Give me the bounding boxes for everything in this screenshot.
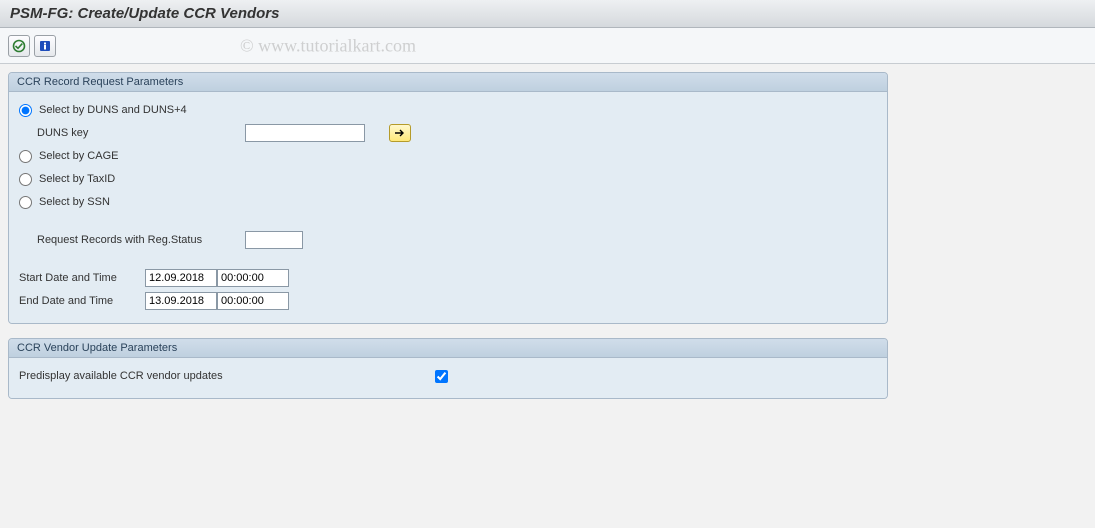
start-date-input[interactable] [145,269,217,287]
toolbar: © www.tutorialkart.com [0,28,1095,64]
ccr-record-request-parameters-group: CCR Record Request Parameters Select by … [8,72,888,324]
radio-select-by-ssn[interactable]: Select by SSN [19,196,110,209]
title-bar: PSM-FG: Create/Update CCR Vendors [0,0,1095,28]
arrow-right-icon [394,128,406,138]
execute-button[interactable] [8,35,30,57]
regstatus-label: Request Records with Reg.Status [19,234,239,246]
start-time-input[interactable] [217,269,289,287]
execute-icon [12,39,26,53]
watermark: © www.tutorialkart.com [240,35,416,56]
duns-key-label: DUNS key [19,127,239,139]
group2-title: CCR Vendor Update Parameters [9,339,887,358]
radio-select-by-taxid-input[interactable] [19,173,32,186]
multiple-selection-button[interactable] [389,124,411,142]
radio-select-by-cage[interactable]: Select by CAGE [19,150,118,163]
info-button[interactable] [34,35,56,57]
radio-select-by-cage-label: Select by CAGE [39,150,118,162]
radio-select-by-duns[interactable]: Select by DUNS and DUNS+4 [19,104,187,117]
page-title: PSM-FG: Create/Update CCR Vendors [10,5,279,22]
radio-select-by-ssn-input[interactable] [19,196,32,209]
end-date-time-label: End Date and Time [19,295,139,307]
regstatus-input[interactable] [245,231,303,249]
end-time-input[interactable] [217,292,289,310]
predisplay-checkbox[interactable] [435,370,448,383]
ccr-vendor-update-parameters-group: CCR Vendor Update Parameters Predisplay … [8,338,888,399]
radio-select-by-taxid-label: Select by TaxID [39,173,115,185]
predisplay-label: Predisplay available CCR vendor updates [19,370,429,382]
radio-select-by-ssn-label: Select by SSN [39,196,110,208]
duns-key-input[interactable] [245,124,365,142]
group1-title: CCR Record Request Parameters [9,73,887,92]
radio-select-by-duns-label: Select by DUNS and DUNS+4 [39,104,187,116]
content-area: CCR Record Request Parameters Select by … [0,64,1095,528]
radio-select-by-duns-input[interactable] [19,104,32,117]
end-date-input[interactable] [145,292,217,310]
info-icon [38,39,52,53]
radio-select-by-taxid[interactable]: Select by TaxID [19,173,115,186]
radio-select-by-cage-input[interactable] [19,150,32,163]
start-date-time-label: Start Date and Time [19,272,139,284]
